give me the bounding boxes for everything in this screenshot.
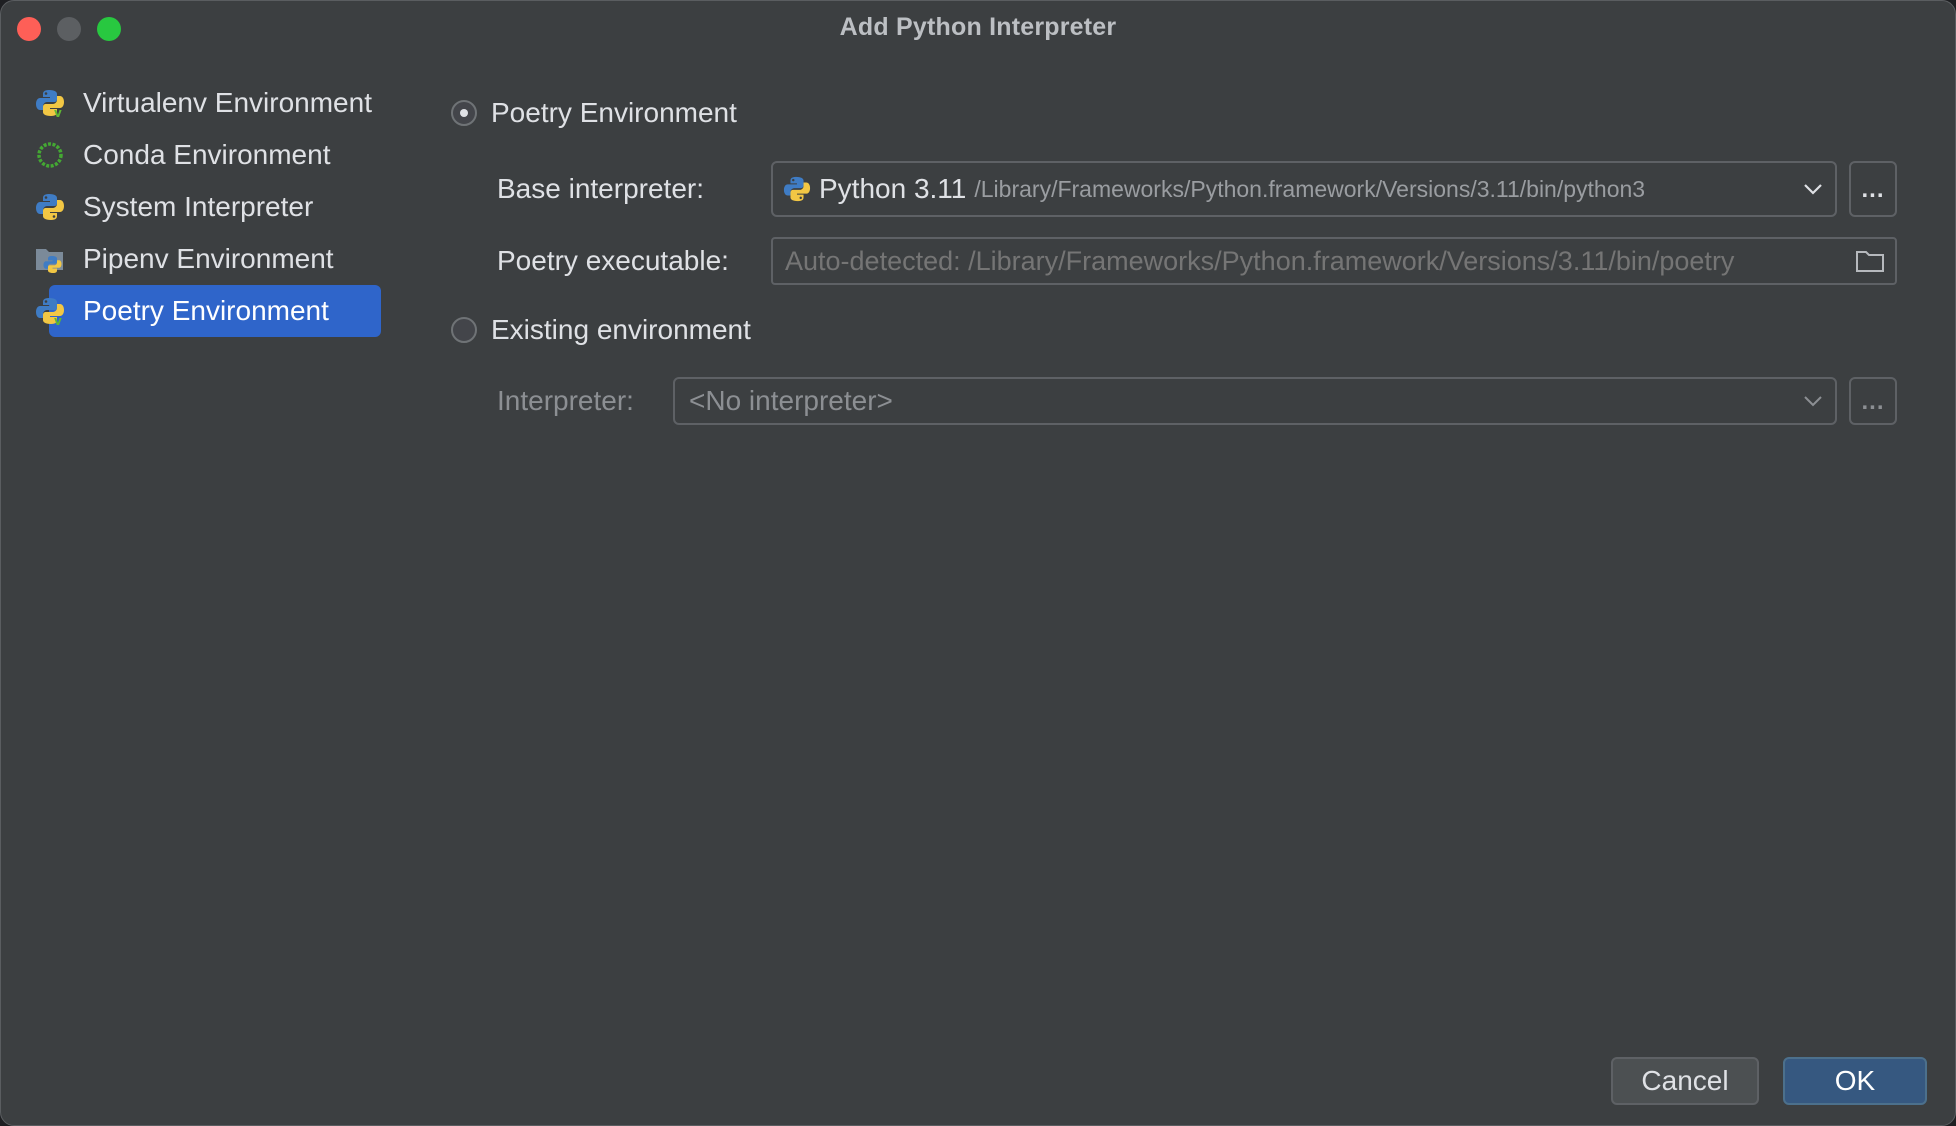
- sidebar-item-label: Conda Environment: [83, 139, 331, 170]
- sidebar-item-label: Pipenv Environment: [83, 243, 334, 274]
- python-icon: [35, 192, 65, 222]
- cancel-button[interactable]: Cancel: [1611, 1057, 1759, 1105]
- poetry-executable-input[interactable]: [773, 245, 1895, 277]
- base-interpreter-version: Python 3.11: [819, 173, 967, 204]
- chevron-down-icon: [1803, 395, 1823, 407]
- sidebar-item-system-interpreter[interactable]: System Interpreter: [27, 181, 387, 233]
- chevron-down-icon: [1803, 183, 1823, 195]
- base-interpreter-dropdown[interactable]: Python 3.11 /Library/Frameworks/Python.f…: [771, 161, 1837, 217]
- sidebar-item-pipenv[interactable]: Pipenv Environment: [27, 233, 387, 285]
- interpreter-label: Interpreter:: [497, 385, 634, 416]
- title-bar: Add Python Interpreter: [1, 1, 1955, 55]
- environment-type-list: v Virtualenv Environment Conda Environme…: [27, 77, 387, 337]
- conda-icon: [35, 140, 65, 170]
- sidebar-item-virtualenv[interactable]: v Virtualenv Environment: [27, 77, 387, 129]
- new-env-radio[interactable]: [451, 100, 477, 126]
- base-interpreter-browse-button[interactable]: ...: [1849, 161, 1897, 217]
- existing-env-radio[interactable]: [451, 317, 477, 343]
- ok-button[interactable]: OK: [1783, 1057, 1927, 1105]
- dialog-title: Add Python Interpreter: [839, 13, 1117, 41]
- sidebar-item-conda[interactable]: Conda Environment: [27, 129, 387, 181]
- python-poetry-icon: v: [35, 296, 65, 326]
- existing-env-radio-label: Existing environment: [491, 314, 751, 345]
- svg-text:v: v: [54, 106, 62, 118]
- base-interpreter-label: Base interpreter:: [497, 173, 704, 204]
- add-python-interpreter-dialog: Add Python Interpreter v Virtualenv Envi…: [0, 0, 1956, 1126]
- sidebar-item-poetry[interactable]: v Poetry Environment: [27, 285, 387, 337]
- existing-env-option[interactable]: Existing environment: [451, 314, 751, 346]
- base-interpreter-path: /Library/Frameworks/Python.framework/Ver…: [974, 175, 1646, 202]
- interpreter-dropdown[interactable]: <No interpreter>: [673, 377, 1837, 425]
- interpreter-browse-button[interactable]: ...: [1849, 377, 1897, 425]
- new-env-radio-label: Poetry Environment: [491, 97, 737, 128]
- sidebar-item-label: Virtualenv Environment: [83, 87, 372, 118]
- pipenv-icon: [35, 244, 65, 274]
- python-icon: [783, 175, 811, 203]
- poetry-executable-label: Poetry executable:: [497, 245, 729, 276]
- sidebar-item-label: System Interpreter: [83, 191, 314, 222]
- interpreter-value: <No interpreter>: [689, 385, 893, 416]
- folder-icon[interactable]: [1851, 249, 1885, 273]
- sidebar-item-label: Poetry Environment: [83, 295, 329, 326]
- poetry-executable-field[interactable]: [771, 237, 1897, 285]
- svg-text:v: v: [54, 314, 62, 326]
- python-venv-icon: v: [35, 88, 65, 118]
- new-poetry-env-option[interactable]: Poetry Environment: [451, 97, 737, 129]
